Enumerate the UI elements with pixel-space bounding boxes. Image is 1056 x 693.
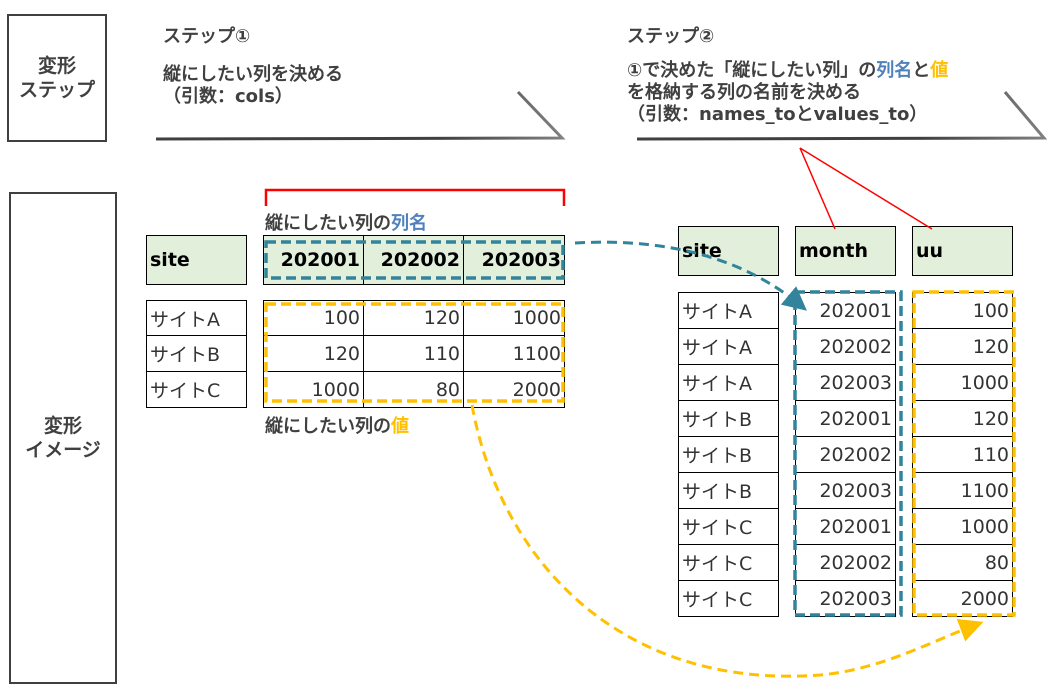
image-row-label-line2: イメージ	[25, 439, 101, 461]
wide-row-3-val-3: 2000	[463, 371, 565, 408]
wide-row-2-val-1: 120	[263, 335, 364, 372]
step1-desc-line1: 縦にしたい列を決める	[163, 64, 343, 85]
long-row-7-month: 202001	[795, 508, 896, 545]
wide-row-2-val-3: 1100	[463, 335, 565, 372]
long-row-7-site: サイトC	[678, 508, 779, 545]
step2-desc-line1-a: ①で決めた「縦にしたい列」の	[627, 60, 877, 81]
step1-title: ステップ①	[163, 26, 251, 47]
long-row-4-uu: 120	[912, 400, 1013, 437]
long-row-4-site: サイトB	[678, 400, 779, 437]
step-row-label: 変形 ステップ	[7, 14, 107, 142]
long-row-8-month: 202002	[795, 544, 896, 581]
long-site-header: site	[678, 226, 779, 276]
step-row-label-line1: 変形	[37, 55, 76, 77]
long-row-3-uu: 1000	[912, 364, 1013, 401]
long-row-2-month: 202002	[795, 328, 896, 365]
long-row-2-site: サイトA	[678, 328, 779, 365]
long-row-5-site: サイトB	[678, 436, 779, 473]
wide-row-3-val-1: 1000	[263, 371, 364, 408]
long-row-8-site: サイトC	[678, 544, 779, 581]
wide-row-1-val-2: 120	[363, 300, 464, 336]
wide-month-header-3: 202003	[463, 235, 565, 285]
long-row-3-month: 202003	[795, 364, 896, 401]
wide-row-3-val-2: 80	[363, 371, 464, 408]
long-row-3-site: サイトA	[678, 364, 779, 401]
image-row-label: 変形 イメージ	[9, 192, 117, 684]
long-row-8-uu: 80	[912, 544, 1013, 581]
values-caption-b: 値	[391, 416, 409, 437]
values-caption-a: 縦にしたい列の	[265, 416, 391, 437]
wide-row-2-site: サイトB	[146, 335, 247, 372]
step2-values-highlight: 値	[930, 60, 949, 81]
wide-row-1-val-3: 1000	[463, 300, 565, 336]
long-month-header: month	[795, 226, 896, 276]
names-to-pointer	[799, 147, 836, 230]
step2-description: ①で決めた「縦にしたい列」の列名と値 を格納する列の名前を決める （引数：nam…	[627, 60, 948, 126]
step-row-label-line2: ステップ	[18, 79, 95, 101]
step2-desc-line1-c: と	[912, 60, 931, 81]
step1-description: 縦にしたい列を決める （引数：cols）	[163, 64, 343, 108]
wide-site-header: site	[146, 235, 247, 285]
step2-names-highlight: 列名	[876, 60, 913, 81]
long-row-2-uu: 120	[912, 328, 1013, 365]
long-row-9-site: サイトC	[678, 580, 779, 617]
names-caption-a: 縦にしたい列の	[265, 213, 391, 234]
long-row-1-month: 202001	[795, 292, 896, 329]
values-caption: 縦にしたい列の値	[265, 412, 409, 438]
wide-row-3-site: サイトC	[146, 371, 247, 408]
names-caption-b: 列名	[391, 213, 427, 234]
step2-desc-line3: （引数：names_toとvalues_to）	[627, 104, 928, 125]
long-row-6-uu: 1100	[912, 472, 1013, 509]
values-to-pointer	[799, 147, 933, 230]
long-row-6-site: サイトB	[678, 472, 779, 509]
long-row-5-month: 202002	[795, 436, 896, 473]
step2-desc-line1: ①で決めた「縦にしたい列」の列名と値	[627, 60, 948, 82]
long-row-9-month: 202003	[795, 580, 896, 617]
image-row-label-line1: 変形	[43, 415, 82, 437]
long-row-6-month: 202003	[795, 472, 896, 509]
long-row-1-site: サイトA	[678, 292, 779, 329]
step1-desc-line2: （引数：cols）	[163, 86, 293, 107]
step2-desc-line2: を格納する列の名前を決める	[627, 82, 861, 103]
long-row-7-uu: 1000	[912, 508, 1013, 545]
long-row-9-uu: 2000	[912, 580, 1013, 617]
names-caption: 縦にしたい列の列名	[265, 209, 427, 235]
long-row-5-uu: 110	[912, 436, 1013, 473]
wide-row-1-site: サイトA	[146, 300, 247, 336]
long-row-4-month: 202001	[795, 400, 896, 437]
long-uu-header: uu	[912, 226, 1013, 276]
long-row-1-uu: 100	[912, 292, 1013, 329]
step2-title: ステップ②	[627, 26, 715, 47]
wide-row-2-val-2: 110	[363, 335, 464, 372]
wide-month-header-2: 202002	[363, 235, 464, 285]
wide-row-1-val-1: 100	[263, 300, 364, 336]
cols-bracket	[264, 188, 566, 206]
wide-month-header-1: 202001	[263, 235, 364, 285]
